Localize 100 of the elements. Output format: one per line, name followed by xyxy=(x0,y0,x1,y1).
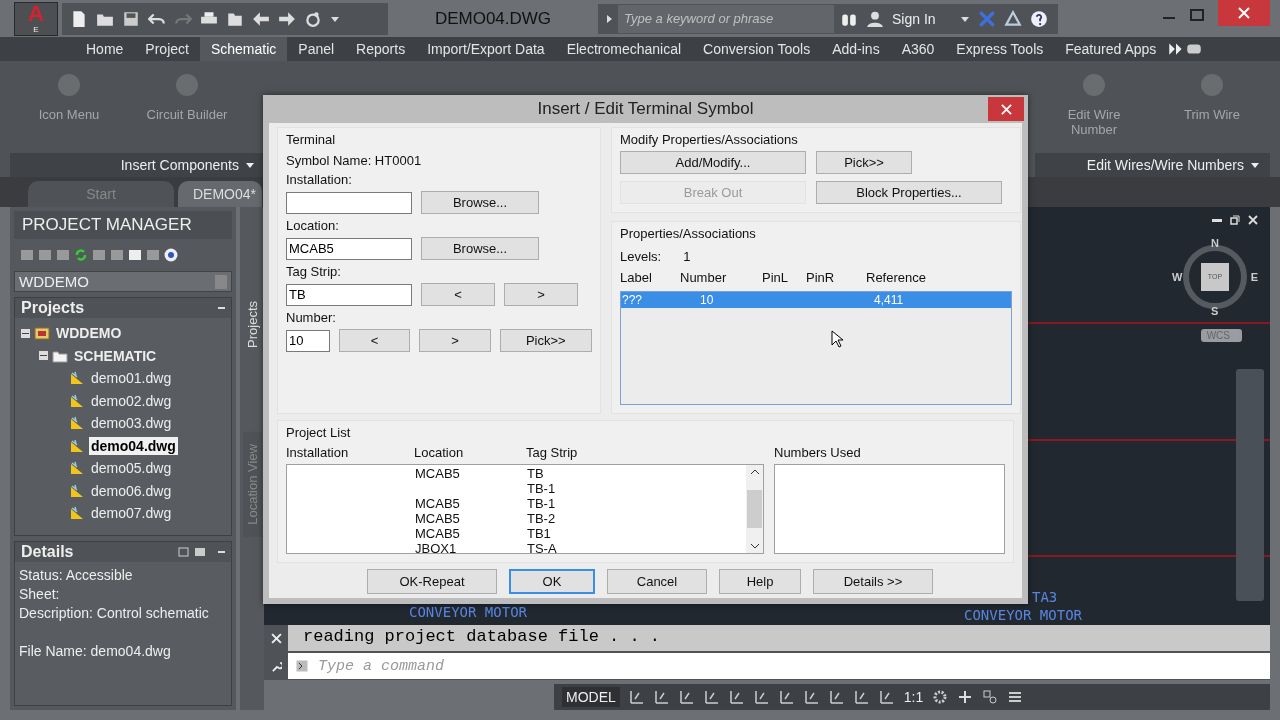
new-file-icon[interactable] xyxy=(70,9,88,28)
ribbon-tab[interactable]: Featured Apps xyxy=(1054,37,1168,61)
side-tab[interactable]: Projects xyxy=(242,297,262,352)
step-button[interactable]: > xyxy=(504,283,578,306)
dialog-button[interactable]: Cancel xyxy=(607,569,707,594)
minimize-icon[interactable] xyxy=(1212,218,1222,222)
toolbar-icon[interactable] xyxy=(38,248,52,262)
restore-icon[interactable] xyxy=(1230,215,1240,225)
project-dropdown[interactable]: WDDEMO xyxy=(14,271,232,292)
tree-item[interactable]: demo02.dwg xyxy=(89,391,174,410)
list-row[interactable]: MCAB5 TB xyxy=(287,466,746,481)
tree-item[interactable]: demo01.dwg xyxy=(89,369,174,388)
document-icon[interactable] xyxy=(178,546,190,557)
tree-item[interactable]: demo03.dwg xyxy=(89,414,174,433)
ribbon-tab[interactable]: Express Tools xyxy=(945,37,1055,61)
tag-strip-field[interactable]: TB xyxy=(286,283,412,306)
dialog-button[interactable]: OK-Repeat xyxy=(367,569,497,594)
step-button[interactable]: < xyxy=(421,283,495,306)
user-icon[interactable] xyxy=(866,9,884,28)
search-field[interactable]: Type a keyword or phrase xyxy=(618,4,834,33)
compass-label[interactable]: W xyxy=(1172,271,1183,283)
action-button[interactable]: Add/Modify... xyxy=(620,151,806,174)
scroll-up-icon[interactable] xyxy=(749,469,760,475)
compass-label[interactable]: S xyxy=(1211,305,1219,317)
status-toggle-icon[interactable] xyxy=(653,689,670,705)
status-toggle-icon[interactable] xyxy=(678,689,695,705)
toolbar-icon[interactable] xyxy=(56,248,70,262)
ribbon-tab[interactable]: A360 xyxy=(890,37,946,61)
command-field[interactable]: Type a command xyxy=(288,653,1270,679)
toolbar-icon[interactable] xyxy=(92,248,106,262)
collapse-icon[interactable] xyxy=(39,351,48,361)
toolbar-icon[interactable] xyxy=(110,248,124,262)
dialog-button[interactable]: Help xyxy=(719,569,801,594)
ribbon-tab[interactable]: Project xyxy=(134,37,200,61)
number-field[interactable]: 10 xyxy=(286,329,330,352)
collapse-icon[interactable] xyxy=(218,550,225,553)
pick-button[interactable]: Pick>> xyxy=(499,329,592,352)
status-toggle-icon[interactable] xyxy=(803,689,820,705)
status-toggle-icon[interactable] xyxy=(728,689,745,705)
ribbon-tab[interactable]: Add-ins xyxy=(821,37,891,61)
list-row[interactable]: MCAB5 TB-2 xyxy=(287,511,746,526)
step-button[interactable]: > xyxy=(419,329,491,352)
help-icon[interactable] xyxy=(164,248,178,262)
status-toggle-icon[interactable] xyxy=(628,689,645,705)
tree-item[interactable]: WDDEMO xyxy=(54,324,124,343)
toolbar-icon[interactable] xyxy=(146,248,160,262)
list-row[interactable]: MCAB5 TB1 xyxy=(287,526,746,541)
tree-item[interactable]: demo06.dwg xyxy=(89,481,174,500)
compass-label[interactable]: E xyxy=(1250,271,1258,283)
sign-in-link[interactable]: Sign In xyxy=(892,10,936,27)
toolbar-icon[interactable] xyxy=(128,248,142,262)
tree-item[interactable]: demo07.dwg xyxy=(89,504,174,523)
gear-icon[interactable] xyxy=(932,689,949,705)
status-toggle-icon[interactable] xyxy=(753,689,770,705)
ribbon-tab[interactable]: Home xyxy=(75,37,135,61)
expand-arrow-icon[interactable] xyxy=(604,13,614,24)
tree-item[interactable]: SCHEMATIC xyxy=(72,346,159,365)
document-tab[interactable]: DEMO04* xyxy=(178,181,262,207)
image-icon[interactable] xyxy=(194,546,206,557)
caret-icon[interactable] xyxy=(245,160,255,170)
help-icon[interactable] xyxy=(1029,9,1048,28)
browse-button[interactable]: Browse... xyxy=(421,237,539,260)
close-button[interactable] xyxy=(988,97,1024,121)
status-toggle-icon[interactable] xyxy=(828,689,845,705)
close-icon[interactable] xyxy=(270,633,282,645)
shapes-icon[interactable] xyxy=(982,689,999,705)
tree-item[interactable]: demo05.dwg xyxy=(89,459,174,478)
status-toggle-icon[interactable] xyxy=(853,689,870,705)
caret-icon[interactable] xyxy=(1250,160,1260,170)
maximize-icon[interactable] xyxy=(1190,8,1204,22)
command-input[interactable]: Type a command xyxy=(316,656,1270,676)
list-row[interactable]: MCAB5 TB-1 xyxy=(287,496,746,511)
location-field[interactable]: MCAB5 xyxy=(286,237,412,260)
customize-icon[interactable] xyxy=(1007,689,1024,705)
ribbon-tab[interactable]: Reports xyxy=(345,37,417,61)
plus-icon[interactable] xyxy=(957,689,974,705)
action-button[interactable]: Block Properties... xyxy=(816,181,1002,204)
compass-label[interactable]: N xyxy=(1211,237,1219,249)
dialog-button[interactable]: Details >> xyxy=(813,569,933,594)
refresh-icon[interactable] xyxy=(74,248,88,262)
status-toggle-icon[interactable] xyxy=(878,689,895,705)
save-icon[interactable] xyxy=(122,9,140,28)
action-button[interactable]: Pick>> xyxy=(816,151,912,174)
scroll-down-icon[interactable] xyxy=(749,543,760,549)
ribbon-tab[interactable]: Panel xyxy=(287,37,346,61)
ribbon-tab[interactable]: Import/Export Data xyxy=(416,37,556,61)
list-row[interactable]: JBOX1 TS-A xyxy=(287,541,746,556)
status-toggle-icon[interactable] xyxy=(778,689,795,705)
ribbon-tab[interactable]: Electromechanical xyxy=(555,37,693,61)
application-menu-button[interactable]: A E xyxy=(14,1,58,36)
status-toggle-icon[interactable] xyxy=(703,689,720,705)
browse-button[interactable]: Browse... xyxy=(421,191,539,214)
ribbon-tab[interactable]: Schematic xyxy=(199,37,288,61)
dialog-button[interactable]: OK xyxy=(509,569,595,594)
toolbar-icon[interactable] xyxy=(20,248,34,262)
ribbon-tab[interactable]: Conversion Tools xyxy=(692,37,822,61)
step-button[interactable]: < xyxy=(339,329,411,352)
triangle-icon[interactable] xyxy=(1003,9,1022,28)
list-row[interactable]: TB-1 xyxy=(287,481,746,496)
close-button[interactable] xyxy=(1218,0,1270,26)
